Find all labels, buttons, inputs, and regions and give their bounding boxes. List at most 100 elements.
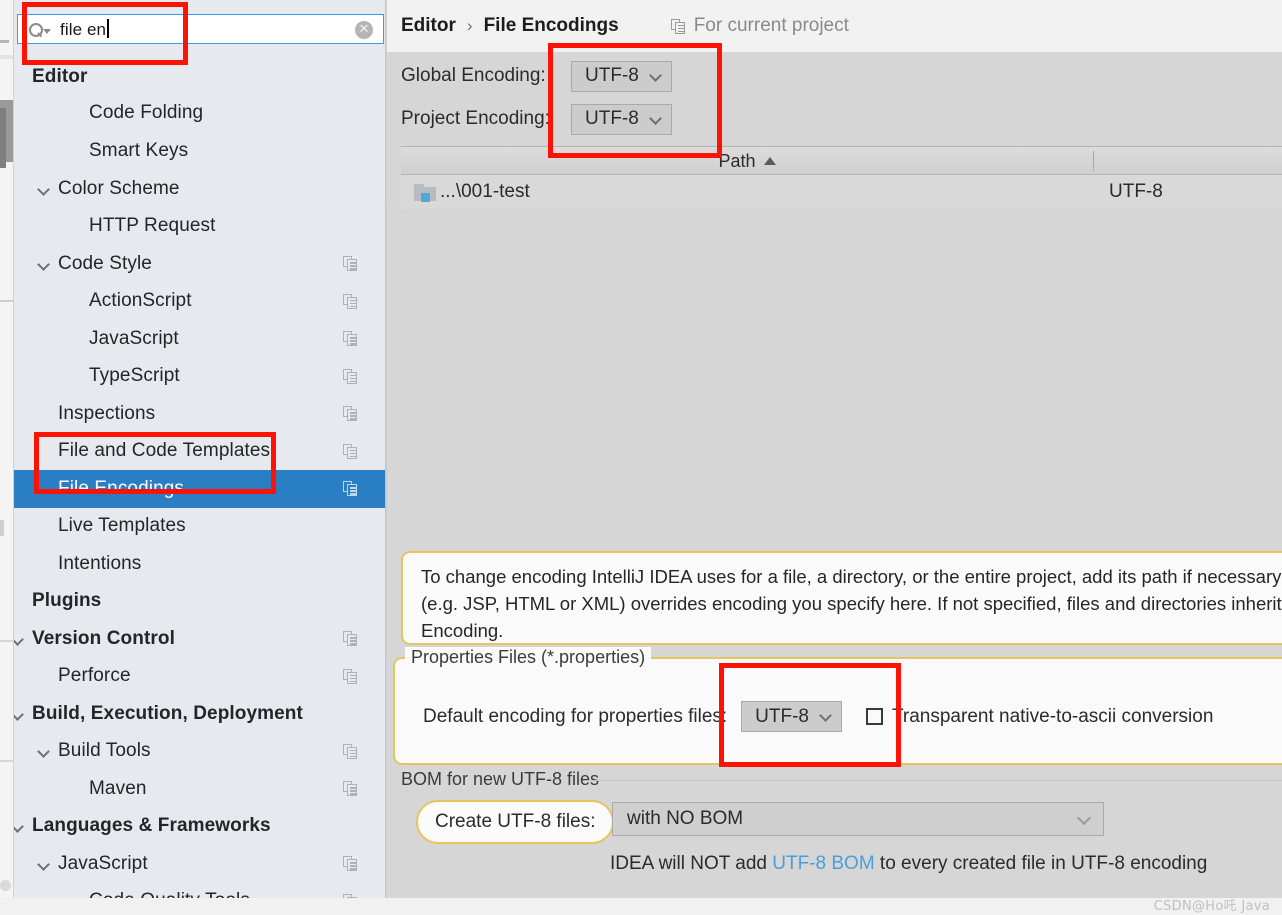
copy-icon[interactable] [343, 331, 358, 347]
chevron-down-icon[interactable] [14, 818, 26, 834]
sidebar-item-javascript[interactable]: JavaScript [14, 320, 386, 358]
row-encoding-value[interactable]: UTF-8 [1109, 181, 1163, 203]
sidebar-item-label: Inspections [58, 402, 156, 424]
table-row[interactable]: ...\001-test UTF-8 [401, 175, 1282, 209]
copy-icon[interactable] [343, 293, 358, 309]
chevron-down-icon[interactable] [36, 256, 52, 272]
copy-icon[interactable] [343, 856, 358, 872]
sidebar-item-inspections[interactable]: Inspections [14, 395, 386, 433]
bom-note-link[interactable]: UTF-8 BOM [772, 853, 874, 874]
sidebar-item-label: Smart Keys [89, 140, 189, 162]
copy-icon[interactable] [343, 481, 358, 497]
copy-icon[interactable] [343, 631, 358, 647]
copy-icon[interactable] [343, 668, 358, 684]
sidebar-item-label: Maven [89, 777, 147, 799]
sidebar-item-http-request[interactable]: HTTP Request [14, 208, 386, 246]
sidebar-item-file-encodings[interactable]: File Encodings [14, 470, 386, 508]
sidebar-item-javascript[interactable]: JavaScript [14, 845, 386, 883]
search-icon[interactable] [29, 22, 51, 37]
chevron-down-icon[interactable] [36, 181, 52, 197]
page-title: File Encodings [483, 15, 619, 36]
info-message-box: To change encoding IntelliJ IDEA uses fo… [401, 551, 1282, 645]
chevron-down-icon[interactable] [14, 631, 26, 647]
sidebar-item-label: Editor [32, 65, 88, 87]
edge-artifact [0, 55, 13, 59]
sidebar-item-label: Build Tools [58, 740, 151, 762]
edge-artifact [0, 108, 6, 168]
search-input[interactable]: file en [60, 18, 110, 40]
bom-note-suffix: to every created file in UTF-8 encoding [874, 853, 1208, 874]
copy-icon[interactable] [343, 406, 358, 422]
sidebar-item-code-folding[interactable]: Code Folding [14, 96, 386, 133]
copy-icon[interactable] [343, 781, 358, 797]
project-encoding-value: UTF-8 [585, 108, 639, 129]
edge-artifact [0, 40, 9, 43]
clear-search-icon[interactable]: ✕ [355, 21, 373, 39]
settings-tree[interactable]: Editor Code Folding Smart Keys Color Scheme… [14, 58, 386, 898]
create-utf8-files-select[interactable]: with NO BOM [612, 802, 1104, 836]
window-left-edge [0, 0, 14, 915]
sidebar-item-editor[interactable]: Editor [14, 58, 386, 96]
group-divider [586, 780, 1282, 781]
default-properties-encoding-select[interactable]: UTF-8 [741, 701, 842, 732]
sidebar-item-intentions[interactable]: Intentions [14, 545, 386, 583]
scope-indicator: For current project [670, 15, 849, 37]
chevron-down-icon [43, 28, 51, 34]
search-box[interactable]: file en ✕ [17, 14, 384, 44]
copy-icon[interactable] [343, 443, 358, 459]
sidebar-item-maven[interactable]: Maven [14, 770, 386, 808]
column-divider[interactable] [1093, 151, 1094, 171]
sidebar-item-code-style[interactable]: Code Style [14, 245, 386, 283]
copy-icon[interactable] [343, 368, 358, 384]
chevron-down-icon[interactable] [36, 743, 52, 759]
chevron-down-icon [651, 114, 662, 125]
properties-files-group: Properties Files (*.properties) Default … [393, 647, 1282, 765]
sidebar-item-live-templates[interactable]: Live Templates [14, 508, 386, 546]
sidebar-item-languages-frameworks[interactable]: Languages & Frameworks [14, 808, 386, 846]
folder-icon [414, 183, 436, 202]
table-header: Path [401, 147, 1282, 175]
sidebar-item-label: HTTP Request [89, 215, 216, 237]
column-header-path-label: Path [718, 150, 756, 171]
text-cursor [107, 18, 110, 38]
sidebar-item-typescript[interactable]: TypeScript [14, 358, 386, 396]
sidebar-item-label: File and Code Templates [58, 440, 271, 462]
sidebar-item-label: Perforce [58, 665, 131, 687]
global-encoding-value: UTF-8 [585, 65, 639, 86]
default-properties-encoding-value: UTF-8 [755, 705, 809, 727]
default-properties-encoding-label: Default encoding for properties files: [423, 705, 728, 727]
row-path-value: ...\001-test [440, 181, 530, 202]
sidebar-item-perforce[interactable]: Perforce [14, 658, 386, 696]
create-utf8-files-value: with NO BOM [627, 808, 744, 829]
global-encoding-select[interactable]: UTF-8 [571, 60, 672, 92]
chevron-down-icon[interactable] [36, 856, 52, 872]
transparent-native-to-ascii-checkbox[interactable] [866, 708, 883, 725]
sidebar-item-label: JavaScript [89, 327, 179, 349]
sidebar-item-code-quality-tools[interactable]: Code Quality Tools [14, 883, 386, 898]
column-header-path[interactable]: Path [401, 147, 1093, 175]
sidebar-item-smart-keys[interactable]: Smart Keys [14, 133, 386, 171]
project-encoding-label: Project Encoding: [401, 108, 550, 129]
bom-note-prefix: IDEA will NOT add [610, 853, 773, 874]
sidebar-item-actionscript[interactable]: ActionScript [14, 283, 386, 321]
sidebar-item-file-and-code-templates[interactable]: File and Code Templates [14, 433, 386, 471]
transparent-native-to-ascii-label[interactable]: Transparent native-to-ascii conversion [892, 706, 1213, 728]
copy-icon[interactable] [343, 743, 358, 759]
sidebar-item-version-control[interactable]: Version Control [14, 620, 386, 658]
sidebar-item-label: Version Control [32, 627, 175, 649]
sidebar-item-build-execution-deployment[interactable]: Build, Execution, Deployment [14, 695, 386, 733]
edge-artifact [0, 880, 11, 891]
copy-icon[interactable] [343, 256, 358, 272]
breadcrumb-parent[interactable]: Editor [401, 15, 456, 37]
scope-label: For current project [693, 15, 849, 36]
search-input-value: file en [60, 19, 107, 39]
sidebar-item-build-tools[interactable]: Build Tools [14, 733, 386, 771]
project-encoding-select[interactable]: UTF-8 [571, 103, 672, 135]
sidebar-item-label: Intentions [58, 552, 142, 574]
sidebar-item-plugins[interactable]: Plugins [14, 583, 386, 621]
bom-note: IDEA will NOT add UTF-8 BOM to every cre… [610, 853, 1207, 875]
sidebar-item-label: Plugins [32, 590, 102, 612]
sidebar-item-color-scheme[interactable]: Color Scheme [14, 170, 386, 208]
copy-icon [670, 18, 686, 34]
chevron-down-icon[interactable] [14, 706, 26, 722]
